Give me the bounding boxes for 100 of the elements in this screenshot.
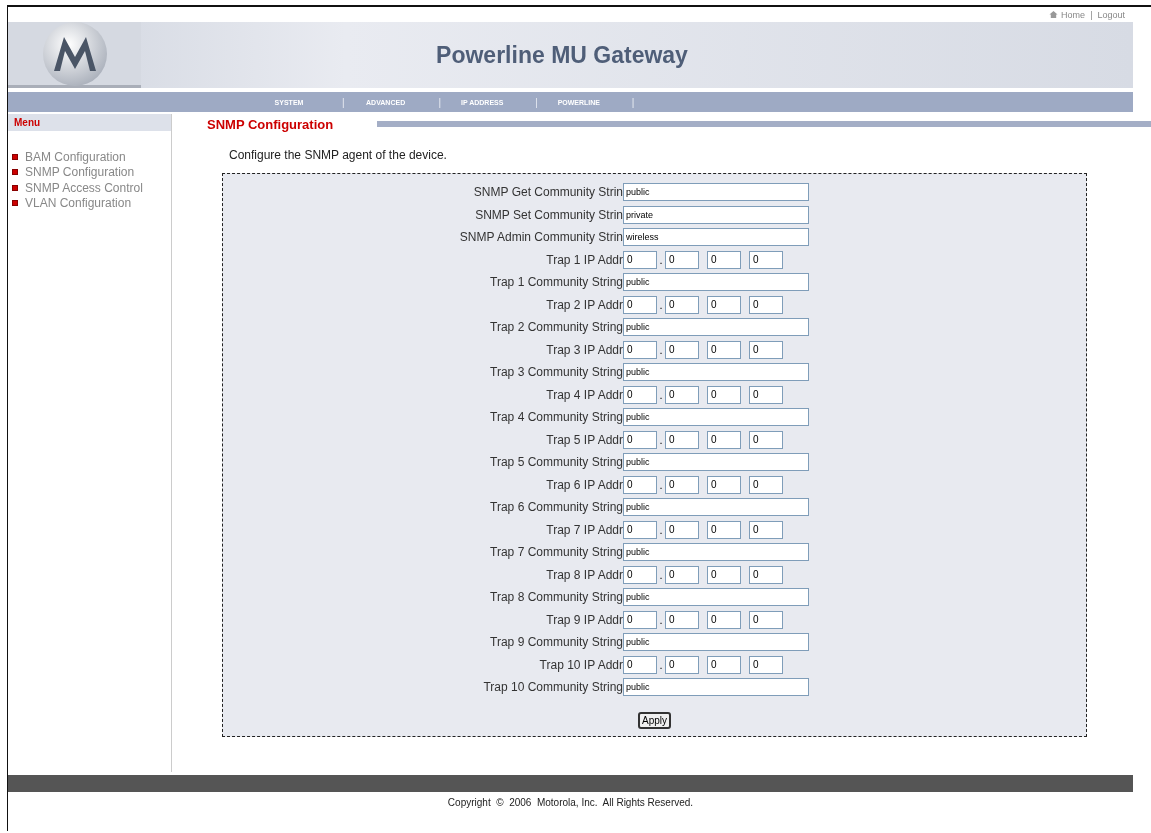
- field-label: Trap 8 Community String: [489, 590, 623, 605]
- field-label: Trap 2 IP Addr: [545, 297, 623, 312]
- menu-link[interactable]: SNMP Configuration: [25, 165, 135, 180]
- ip-octet-field[interactable]: 0: [665, 430, 699, 449]
- field-label: Trap 6 IP Addr: [545, 477, 623, 492]
- ip-octet-field[interactable]: 0: [623, 430, 657, 449]
- field-label: SNMP Set Community Strin: [474, 207, 623, 222]
- nav-separator: |: [534, 96, 538, 108]
- ip-octet-field[interactable]: 0: [749, 475, 783, 494]
- field-label: Trap 4 IP Addr: [545, 387, 623, 402]
- menu-link[interactable]: VLAN Configuration: [25, 196, 132, 211]
- link-separator: |: [1089, 9, 1094, 20]
- ip-octet-field[interactable]: 0: [749, 610, 783, 629]
- text-field[interactable]: public: [623, 678, 809, 697]
- ip-octet-field[interactable]: 0: [749, 250, 783, 269]
- ip-octet-field[interactable]: 0: [707, 340, 741, 359]
- field-label: Trap 7 IP Addr: [545, 522, 623, 537]
- bullet-icon: [12, 169, 18, 176]
- ip-octet-field[interactable]: 0: [665, 250, 699, 269]
- field-label: Trap 4 Community String: [489, 410, 623, 425]
- top-link[interactable]: Home: [1061, 9, 1086, 20]
- text-field[interactable]: public: [623, 183, 809, 202]
- menu-link[interactable]: SNMP Access Control: [25, 180, 143, 195]
- text-field[interactable]: public: [623, 543, 809, 562]
- ip-octet-field[interactable]: 0: [707, 475, 741, 494]
- nav-separator: |: [437, 96, 442, 108]
- field-label: Trap 8 IP Addr: [545, 567, 623, 582]
- ip-octet-field[interactable]: 0: [665, 520, 699, 539]
- field-label: Trap 7 Community String: [489, 545, 623, 560]
- ip-octet-field[interactable]: 0: [749, 295, 783, 314]
- field-label: Trap 9 IP Addr: [545, 612, 623, 627]
- top-link[interactable]: Logout: [1097, 9, 1125, 20]
- bullet-icon: [12, 200, 18, 207]
- text-field[interactable]: public: [623, 498, 809, 517]
- ip-octet-field[interactable]: 0: [623, 655, 657, 674]
- ip-octet-field[interactable]: 0: [623, 520, 657, 539]
- field-label: SNMP Admin Community Strin: [458, 230, 623, 245]
- ip-octet-field[interactable]: 0: [665, 655, 699, 674]
- copyright-text: Copyright © 2006 Motorola, Inc. All Rights Reserved.: [446, 797, 695, 808]
- ip-octet-field[interactable]: 0: [623, 475, 657, 494]
- bullet-icon: [12, 153, 18, 160]
- nav-separator: |: [341, 96, 345, 108]
- field-label: Trap 1 Community String: [489, 275, 623, 290]
- text-field[interactable]: public: [623, 408, 809, 427]
- nav-separator: |: [630, 96, 635, 108]
- menu-link[interactable]: BAM Configuration: [25, 149, 126, 164]
- ip-dot: .: [658, 658, 664, 671]
- field-label: Trap 3 IP Addr: [545, 342, 623, 357]
- ip-octet-field[interactable]: 0: [623, 250, 657, 269]
- ip-dot: .: [658, 568, 664, 581]
- ip-octet-field[interactable]: 0: [707, 610, 741, 629]
- field-label: SNMP Get Community Strin: [472, 185, 623, 200]
- ip-dot: .: [658, 478, 664, 491]
- field-label: Trap 2 Community String: [489, 320, 623, 335]
- menu-title: Menu: [14, 117, 41, 128]
- ip-octet-field[interactable]: 0: [707, 430, 741, 449]
- text-field[interactable]: public: [623, 273, 809, 292]
- home-icon: [1049, 10, 1059, 19]
- ip-dot: .: [658, 613, 664, 626]
- ip-octet-field[interactable]: 0: [623, 565, 657, 584]
- ip-dot: .: [658, 298, 664, 311]
- ip-dot: .: [658, 523, 664, 536]
- ip-octet-field[interactable]: 0: [665, 475, 699, 494]
- text-field[interactable]: public: [623, 588, 809, 607]
- field-label: Trap 6 Community String: [489, 500, 623, 515]
- text-field[interactable]: wireless: [623, 228, 809, 247]
- ip-dot: .: [658, 388, 664, 401]
- ip-octet-field[interactable]: 0: [623, 385, 657, 404]
- ip-octet-field[interactable]: 0: [623, 340, 657, 359]
- ip-octet-field[interactable]: 0: [749, 385, 783, 404]
- ip-octet-field[interactable]: 0: [707, 250, 741, 269]
- text-field[interactable]: public: [623, 318, 809, 337]
- apply-button[interactable]: Apply: [638, 711, 671, 729]
- ip-octet-field[interactable]: 0: [665, 340, 699, 359]
- ip-octet-field[interactable]: 0: [749, 340, 783, 359]
- ip-octet-field[interactable]: 0: [707, 565, 741, 584]
- text-field[interactable]: public: [623, 633, 809, 652]
- field-label: Trap 10 IP Addr: [538, 657, 623, 672]
- text-field[interactable]: public: [623, 453, 809, 472]
- ip-octet-field[interactable]: 0: [665, 610, 699, 629]
- ip-octet-field[interactable]: 0: [707, 295, 741, 314]
- page-title: SNMP Configuration: [207, 116, 334, 132]
- ip-octet-field[interactable]: 0: [749, 520, 783, 539]
- ip-octet-field[interactable]: 0: [707, 655, 741, 674]
- ip-octet-field[interactable]: 0: [623, 295, 657, 314]
- ip-octet-field[interactable]: 0: [665, 295, 699, 314]
- banner-title: Powerline MU Gateway: [435, 41, 689, 69]
- ip-octet-field[interactable]: 0: [665, 565, 699, 584]
- ip-dot: .: [658, 343, 664, 356]
- ip-octet-field[interactable]: 0: [749, 655, 783, 674]
- ip-octet-field[interactable]: 0: [707, 520, 741, 539]
- ip-octet-field[interactable]: 0: [707, 385, 741, 404]
- text-field[interactable]: public: [623, 363, 809, 382]
- ip-octet-field[interactable]: 0: [749, 565, 783, 584]
- ip-octet-field[interactable]: 0: [665, 385, 699, 404]
- text-field[interactable]: private: [623, 205, 809, 224]
- ip-dot: .: [658, 253, 664, 266]
- field-label: Trap 5 IP Addr: [545, 432, 623, 447]
- ip-octet-field[interactable]: 0: [749, 430, 783, 449]
- ip-octet-field[interactable]: 0: [623, 610, 657, 629]
